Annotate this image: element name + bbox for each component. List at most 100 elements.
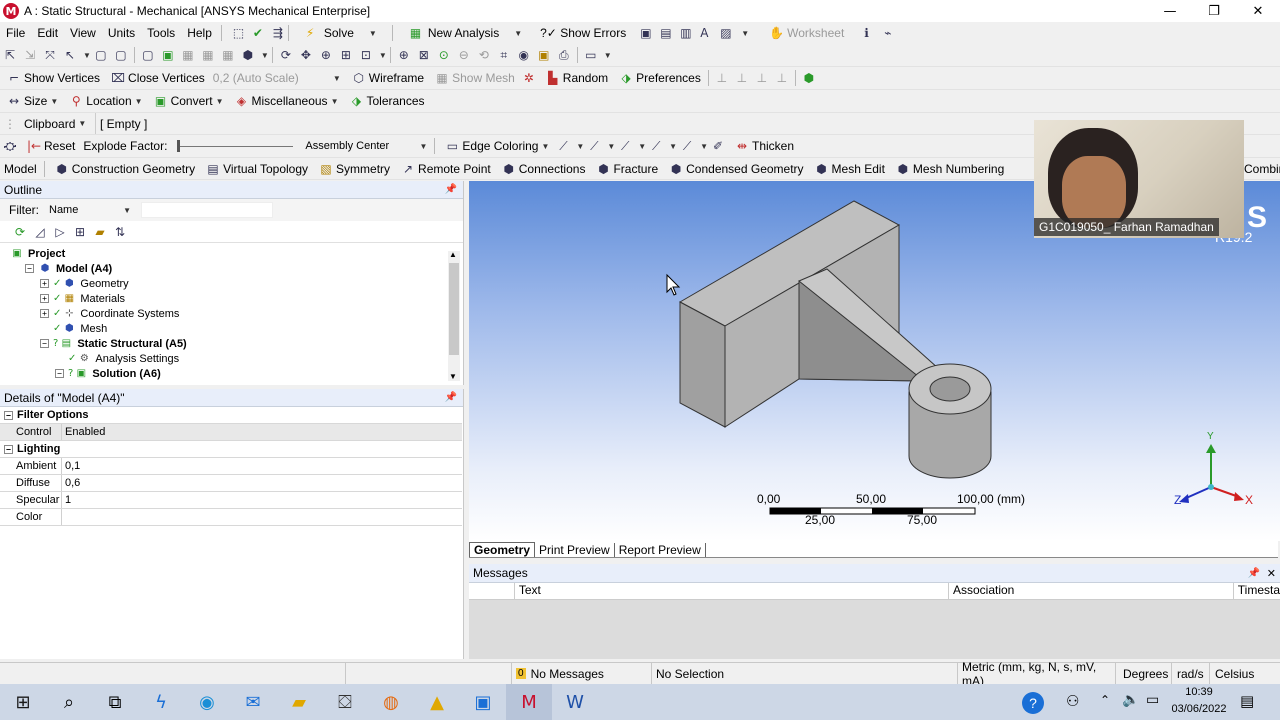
tree-item[interactable]: ▣ Project xyxy=(0,246,463,261)
connections-button[interactable]: ⬢ Connections xyxy=(495,158,590,179)
viewport-layout-icon[interactable]: ▭ xyxy=(583,47,599,63)
rotate-icon[interactable]: ⟳ xyxy=(278,47,294,63)
thicken-button[interactable]: ⇹ Thicken xyxy=(728,136,798,157)
symmetry-button[interactable]: ▧ Symmetry xyxy=(312,158,394,179)
zoom-to-fit-icon[interactable]: ⊠ xyxy=(416,47,432,63)
select-node-icon[interactable]: ▦ xyxy=(180,47,196,63)
text-icon[interactable]: A xyxy=(694,25,710,41)
status-degrees[interactable]: Degrees xyxy=(1116,663,1172,684)
info-icon[interactable]: ℹ xyxy=(858,25,874,41)
solve-button[interactable]: ⚡ Solve ▼ xyxy=(292,23,389,44)
assembly-center-dropdown[interactable]: Assembly Center ▼ xyxy=(301,136,431,157)
store-icon[interactable]: ⛋ xyxy=(322,684,368,720)
size-button[interactable]: ↔ Size ▼ xyxy=(0,91,62,112)
menu-help[interactable]: Help xyxy=(181,26,218,40)
folder-icon[interactable]: ▰ xyxy=(92,224,108,240)
minimize-button[interactable]: — xyxy=(1148,0,1192,22)
tab-geometry[interactable]: Geometry xyxy=(469,542,536,557)
filter-dropdown[interactable]: Name ▼ xyxy=(45,201,135,219)
edge-icon[interactable]: ⊥ xyxy=(754,70,770,86)
chevron-down-icon[interactable]: ▼ xyxy=(363,29,383,38)
details-row-value[interactable]: 0,6 xyxy=(62,477,80,489)
close-vertices-button[interactable]: ⌧ Close Vertices xyxy=(104,68,209,89)
extend-selection-icon[interactable]: ⬢ xyxy=(240,47,256,63)
chevron-down-icon[interactable]: ▼ xyxy=(735,29,755,38)
details-row[interactable]: Color xyxy=(0,509,462,526)
reset-button[interactable]: |← Reset xyxy=(20,136,79,157)
select-edge-icon[interactable]: ▢ xyxy=(113,47,129,63)
tab-print-preview[interactable]: Print Preview xyxy=(535,543,615,557)
battery-icon[interactable]: ▭ xyxy=(1146,692,1159,708)
tree-item[interactable]: −? ▤ Static Structural (A5) xyxy=(0,336,463,351)
collapse-toggle-icon[interactable]: − xyxy=(4,410,13,420)
show-vertices-button[interactable]: ⌐ Show Vertices xyxy=(0,68,104,89)
expand-toggle-icon[interactable]: + xyxy=(40,279,49,288)
convert-button[interactable]: ▣ Convert ▼ xyxy=(147,91,228,112)
check-icon[interactable]: ✔ xyxy=(247,25,263,41)
task-view-icon[interactable]: ⧉ xyxy=(92,684,138,720)
volume-icon[interactable]: 🔈 xyxy=(1122,692,1139,708)
select-icon[interactable]: ⇱ xyxy=(2,47,18,63)
messages-col-icon[interactable] xyxy=(469,583,515,599)
location-button[interactable]: ⚲ Location ▼ xyxy=(62,91,146,112)
expand-toggle-icon[interactable]: − xyxy=(55,369,64,378)
word-icon[interactable]: W xyxy=(552,684,598,720)
taskbar-date[interactable]: 03/06/2022 xyxy=(1168,703,1230,715)
chevron-down-icon[interactable]: ▼ xyxy=(669,142,677,151)
chevron-down-icon[interactable]: ▼ xyxy=(604,51,612,60)
coordinate-triad[interactable] xyxy=(1179,444,1244,503)
random-color-icon[interactable]: ✲ xyxy=(521,70,537,86)
magnifier-icon[interactable]: ⊙ xyxy=(436,47,452,63)
extend-icon[interactable]: ⇲ xyxy=(22,47,38,63)
units-icon[interactable]: ▣ xyxy=(634,25,651,41)
messages-col-association[interactable]: Association xyxy=(949,583,1234,599)
edge-icon[interactable]: ⊥ xyxy=(734,70,750,86)
menu-edit[interactable]: Edit xyxy=(31,26,64,40)
status-messages[interactable]: 0 No Messages xyxy=(512,663,652,684)
firefox-icon[interactable]: ◍ xyxy=(368,684,414,720)
details-row[interactable]: Control Enabled xyxy=(0,424,462,441)
details-group-header[interactable]: − Lighting xyxy=(0,441,462,458)
file-explorer-icon[interactable]: ▰ xyxy=(276,684,322,720)
edge-style-icon[interactable]: ⟋ xyxy=(555,138,571,154)
pan-icon[interactable]: ✥ xyxy=(298,47,314,63)
clipboard-button[interactable]: Clipboard ▼ xyxy=(20,113,96,134)
status-temperature[interactable]: Celsius xyxy=(1210,663,1254,684)
close-icon[interactable]: ✕ xyxy=(1267,567,1276,580)
zoom-box-icon[interactable]: ⊞ xyxy=(338,47,354,63)
search-icon[interactable]: ⌕ xyxy=(46,684,92,720)
view-icon[interactable]: ◉ xyxy=(516,47,532,63)
worksheet-button[interactable]: ✋ Worksheet xyxy=(755,23,856,44)
messages-col-timestamp[interactable]: Timesta xyxy=(1234,583,1280,599)
ansys-icon[interactable]: ▲ xyxy=(414,684,460,720)
outline-scrollbar[interactable]: ▲ ▼ xyxy=(448,250,460,381)
chevron-down-icon[interactable]: ▼ xyxy=(638,142,646,151)
edge-style-icon[interactable]: ⟋ xyxy=(648,138,664,154)
details-row-value[interactable]: 1 xyxy=(62,494,71,506)
virtual-topology-button[interactable]: ▤ Virtual Topology xyxy=(199,158,312,179)
status-rads[interactable]: rad/s xyxy=(1172,663,1210,684)
pick-icon[interactable]: ⤧ xyxy=(42,47,58,63)
details-row[interactable]: Diffuse 0,6 xyxy=(0,475,462,492)
condensed-geometry-button[interactable]: ⬢ Condensed Geometry xyxy=(662,158,807,179)
show-errors-button[interactable]: ?✓ Show Errors xyxy=(534,23,632,44)
select-vertex-icon[interactable]: ▢ xyxy=(93,47,109,63)
chevron-down-icon[interactable]: ▼ xyxy=(83,51,91,60)
explode-icon[interactable]: ⛮ xyxy=(2,138,18,154)
graph-icon[interactable]: ⇶ xyxy=(267,25,283,41)
chevron-up-icon[interactable]: ⌃ xyxy=(1100,693,1110,707)
slider-thumb[interactable] xyxy=(177,139,181,152)
scroll-up-icon[interactable]: ▲ xyxy=(449,250,457,259)
ansys-workbench-icon[interactable]: ϟ xyxy=(138,684,184,720)
edge-style-icon[interactable]: ⟋ xyxy=(586,138,602,154)
tab-report-preview[interactable]: Report Preview xyxy=(615,543,706,557)
undo-icon[interactable]: ⬚ xyxy=(227,25,244,41)
zoom-app-icon[interactable]: ▣ xyxy=(460,684,506,720)
menu-view[interactable]: View xyxy=(64,26,102,40)
tree-item[interactable]: ✓ ⚙ Analysis Settings xyxy=(0,351,463,366)
set-view-icon[interactable]: ⌗ xyxy=(496,47,512,63)
tolerances-button[interactable]: ⬗ Tolerances xyxy=(342,91,428,112)
details-row[interactable]: Ambient 0,1 xyxy=(0,458,462,475)
mail-icon[interactable]: ✉ xyxy=(230,684,276,720)
expand-toggle-icon[interactable]: + xyxy=(40,294,49,303)
